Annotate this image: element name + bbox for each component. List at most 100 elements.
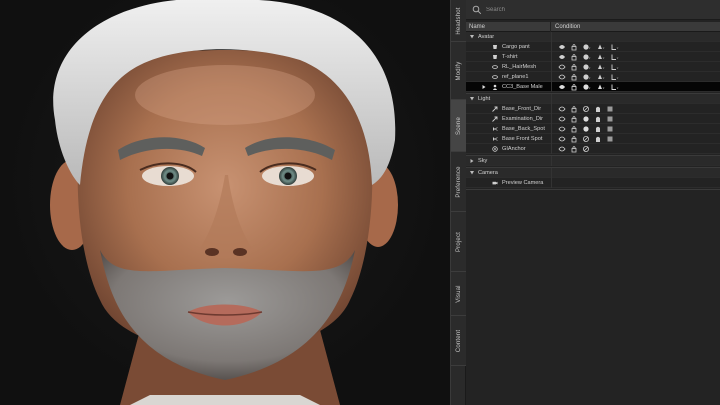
expand-arrow-icon[interactable] bbox=[481, 84, 487, 90]
light-icon bbox=[492, 116, 498, 122]
tree-item-cargo-pant[interactable]: Cargo pant bbox=[466, 42, 720, 52]
tab-visual[interactable]: Visual bbox=[451, 272, 466, 316]
dropdown-icon[interactable] bbox=[588, 53, 593, 61]
column-name-header[interactable]: Name bbox=[466, 22, 551, 32]
dropdown-icon[interactable] bbox=[616, 73, 621, 81]
tree-item-base-front-spot[interactable]: Base Front Spot bbox=[466, 134, 720, 144]
visibility-icon[interactable] bbox=[558, 73, 566, 81]
tree-group-avatar[interactable]: Avatar bbox=[466, 32, 720, 42]
tree-item-ref-plane1[interactable]: ref_plane1 bbox=[466, 72, 720, 82]
item-label: RL_HairMesh bbox=[502, 64, 537, 70]
tree-item-cc3-base-male[interactable]: CC3_Base Male bbox=[466, 82, 720, 92]
dropdown-icon[interactable] bbox=[588, 73, 593, 81]
color-swatch-icon[interactable] bbox=[606, 135, 614, 143]
group-label: Camera bbox=[478, 170, 498, 176]
lock-icon[interactable] bbox=[570, 63, 578, 71]
item-label: GIAnchor bbox=[502, 146, 526, 152]
dropdown-icon[interactable] bbox=[588, 43, 593, 51]
visibility-icon[interactable] bbox=[558, 135, 566, 143]
visibility-icon[interactable] bbox=[558, 63, 566, 71]
item-label: ref_plane1 bbox=[502, 74, 529, 80]
item-label: Base_Back_Spot bbox=[502, 126, 545, 132]
tab-content[interactable]: Content bbox=[451, 316, 466, 366]
dropdown-icon[interactable] bbox=[616, 63, 621, 71]
search-input[interactable] bbox=[486, 4, 712, 16]
garment-icon bbox=[493, 55, 497, 59]
dropdown-icon[interactable] bbox=[616, 83, 621, 91]
lock-icon[interactable] bbox=[570, 83, 578, 91]
item-label: Examination_Dir bbox=[502, 116, 544, 122]
visibility-icon[interactable] bbox=[558, 53, 566, 61]
visibility-icon[interactable] bbox=[558, 115, 566, 123]
lock-icon[interactable] bbox=[570, 135, 578, 143]
expand-arrow-icon[interactable] bbox=[469, 158, 475, 164]
visibility-icon[interactable] bbox=[558, 125, 566, 133]
visibility-icon[interactable] bbox=[558, 83, 566, 91]
dropdown-icon[interactable] bbox=[602, 63, 607, 71]
camera-icon bbox=[492, 181, 498, 185]
lock-icon[interactable] bbox=[570, 53, 578, 61]
mesh-icon bbox=[492, 65, 498, 69]
active-icon[interactable] bbox=[582, 115, 590, 123]
visibility-icon[interactable] bbox=[558, 43, 566, 51]
dropdown-icon[interactable] bbox=[602, 53, 607, 61]
color-swatch-icon[interactable] bbox=[606, 125, 614, 133]
dropdown-icon[interactable] bbox=[602, 43, 607, 51]
dropdown-icon[interactable] bbox=[588, 63, 593, 71]
tree-item-rl-hairmesh[interactable]: RL_HairMesh bbox=[466, 62, 720, 72]
tree-group-light[interactable]: Light bbox=[466, 94, 720, 104]
column-condition-header[interactable]: Condition bbox=[552, 22, 720, 32]
dropdown-icon[interactable] bbox=[588, 83, 593, 91]
lock-icon[interactable] bbox=[570, 73, 578, 81]
lock-icon[interactable] bbox=[570, 43, 578, 51]
item-label: Cargo pant bbox=[502, 44, 530, 50]
lock-icon[interactable] bbox=[570, 125, 578, 133]
lock-icon[interactable] bbox=[570, 115, 578, 123]
tab-label: Content bbox=[455, 329, 462, 352]
dropdown-icon[interactable] bbox=[602, 73, 607, 81]
spot-light-icon bbox=[493, 127, 498, 131]
color-swatch-icon[interactable] bbox=[606, 115, 614, 123]
tree-item-gianchor[interactable]: GIAnchor bbox=[466, 144, 720, 154]
tree-item-examination-dir[interactable]: Examination_Dir bbox=[466, 114, 720, 124]
gi-anchor-icon bbox=[492, 146, 498, 152]
vertical-tab-strip: Headshot Modify Scene Preference Project… bbox=[450, 0, 466, 405]
disabled-icon[interactable] bbox=[582, 145, 590, 153]
tree-group-sky[interactable]: Sky bbox=[466, 156, 720, 166]
visibility-icon[interactable] bbox=[558, 145, 566, 153]
collapse-arrow-icon[interactable] bbox=[469, 96, 475, 102]
visibility-icon[interactable] bbox=[558, 105, 566, 113]
tab-project[interactable]: Project bbox=[451, 212, 466, 272]
3d-viewport[interactable] bbox=[0, 0, 450, 405]
item-label: T-shirt bbox=[502, 54, 518, 60]
disabled-icon[interactable] bbox=[582, 135, 590, 143]
active-icon[interactable] bbox=[582, 125, 590, 133]
item-label: Base Front Spot bbox=[502, 136, 543, 142]
lock-icon[interactable] bbox=[570, 105, 578, 113]
shadow-icon[interactable] bbox=[594, 135, 602, 143]
tree-item-t-shirt[interactable]: T-shirt bbox=[466, 52, 720, 62]
lock-icon[interactable] bbox=[570, 145, 578, 153]
tab-label: Headshot bbox=[455, 6, 462, 35]
item-label: Base_Front_Dir bbox=[502, 106, 542, 112]
collapse-arrow-icon[interactable] bbox=[469, 170, 475, 176]
dropdown-icon[interactable] bbox=[616, 53, 621, 61]
dropdown-icon[interactable] bbox=[616, 43, 621, 51]
shadow-icon[interactable] bbox=[594, 105, 602, 113]
dropdown-icon[interactable] bbox=[602, 83, 607, 91]
shadow-icon[interactable] bbox=[594, 125, 602, 133]
tab-modify[interactable]: Modify bbox=[451, 42, 466, 100]
spot-light-icon bbox=[493, 137, 498, 141]
collapse-arrow-icon[interactable] bbox=[469, 34, 475, 40]
tab-preference[interactable]: Preference bbox=[451, 152, 466, 212]
tree-item-base-front-dir[interactable]: Base_Front_Dir bbox=[466, 104, 720, 114]
tab-headshot[interactable]: Headshot bbox=[451, 0, 466, 42]
shadow-icon[interactable] bbox=[594, 115, 602, 123]
disabled-icon[interactable] bbox=[582, 105, 590, 113]
tree-group-camera[interactable]: Camera bbox=[466, 168, 720, 178]
tree-item-base-back-spot[interactable]: Base_Back_Spot bbox=[466, 124, 720, 134]
tab-label: Scene bbox=[455, 116, 462, 135]
tab-scene[interactable]: Scene bbox=[451, 100, 466, 152]
tree-item-preview-camera[interactable]: Preview Camera bbox=[466, 178, 720, 188]
color-swatch-icon[interactable] bbox=[606, 105, 614, 113]
